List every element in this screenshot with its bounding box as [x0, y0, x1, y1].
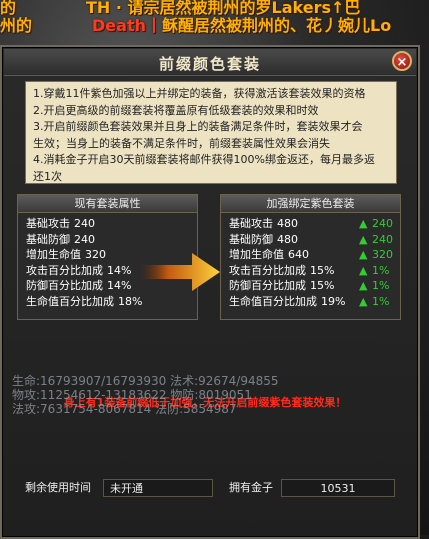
stat-label: 基础攻击 — [229, 217, 273, 230]
up-arrow-icon: ▲ — [359, 232, 368, 246]
chat-player-name[interactable]: Death丨 — [92, 16, 162, 35]
prefix-set-dialog: 前缀颜色套装 × 1.穿戴11件紫色加强以上并绑定的装备，获得激活该套装效果的资… — [0, 45, 420, 539]
stat-value: 15% — [310, 279, 335, 292]
stat-row: 生命值百分比加成 19% ▲ 1% — [229, 294, 400, 310]
status-bar: 剩余使用时间 未开通 拥有金子 10531 — [17, 479, 401, 497]
stat-value: 240 — [74, 232, 95, 246]
stat-label: 攻击百分比加成 — [26, 263, 103, 277]
stat-label: 生命值百分比加成 — [26, 294, 114, 308]
panel-header: 现有套装属性 — [18, 195, 197, 213]
enhanced-set-panel: 加强绑定紫色套装 基础攻击 480 ▲ 240 基础防御 480 ▲ 240 增加生命值 64… — [220, 194, 401, 320]
stat-value: 240 — [74, 217, 95, 230]
stat-value: 14% — [107, 263, 132, 277]
stat-label: 防御百分比加成 — [26, 279, 103, 292]
chat-text: 稣醒居然被荆州的、花丿婉儿Lo — [162, 16, 392, 35]
dialog-titlebar: 前缀颜色套装 × — [4, 49, 416, 76]
stat-value: 18% — [118, 294, 143, 308]
stat-label: 防御百分比加成 — [229, 279, 306, 292]
rule-line: 3.开启前缀颜色套装效果并且身上的装备满足条件时，套装效果才会 — [33, 120, 363, 133]
stat-value: 480 — [277, 217, 298, 230]
stat-label: 基础防御 — [229, 232, 273, 246]
rule-line: 还1次 — [33, 169, 62, 183]
stat-row: 增加生命值 640 ▲ 320 — [229, 247, 400, 263]
chat-line: 州的 Death丨稣醒居然被荆州的、花丿婉儿Lo — [0, 12, 391, 36]
stat-delta: 1% — [372, 294, 390, 308]
up-arrow-icon: ▲ — [359, 279, 368, 292]
gold-label: 拥有金子 — [229, 481, 273, 494]
background-stat-line: 物攻:11254612-13183622 物防:8019051 — [12, 388, 252, 402]
gold-value: 10531 — [281, 479, 395, 497]
rule-line: 1.穿戴11件紫色加强以上并绑定的装备，获得激活该套装效果的资格 — [33, 87, 366, 100]
stat-value: 320 — [85, 248, 106, 261]
remaining-time-value: 未开通 — [103, 479, 213, 497]
stat-row: 基础防御 480 ▲ 240 — [229, 232, 400, 248]
stat-value: 19% — [321, 294, 346, 308]
stat-value: 640 — [288, 248, 309, 261]
stat-value: 480 — [277, 232, 298, 246]
panel-header: 加强绑定紫色套装 — [221, 195, 400, 213]
stat-delta: 240 — [372, 217, 393, 230]
stat-label: 生命值百分比加成 — [229, 294, 317, 308]
stat-delta: 320 — [372, 248, 393, 261]
close-icon[interactable]: × — [392, 51, 412, 71]
dialog-title: 前缀颜色套装 — [158, 55, 261, 73]
rules-panel: 1.穿戴11件紫色加强以上并绑定的装备，获得激活该套装效果的资格 2.开启更高级… — [25, 81, 397, 184]
chat-overlay: 的 TH · 请宗居然被荆州的罗Lakers↑巴 州的 Death丨稣醒居然被荆州的… — [0, 0, 429, 45]
up-arrow-icon: ▲ — [359, 217, 368, 230]
background-stat-line: 法攻:7631754-8067814 法防:5854987 — [12, 402, 237, 416]
stat-row: 生命值百分比加成 18% — [26, 294, 197, 310]
stat-row: 攻击百分比加成 15% ▲ 1% — [229, 263, 400, 279]
stat-label: 增加生命值 — [26, 248, 81, 261]
stat-label: 基础防御 — [26, 232, 70, 246]
stat-row: 基础攻击 240 — [26, 216, 197, 232]
stat-delta: 1% — [372, 279, 390, 292]
remaining-time-label: 剩余使用时间 — [25, 481, 91, 494]
stat-value: 15% — [310, 263, 335, 277]
stat-row: 基础防御 240 — [26, 232, 197, 248]
up-arrow-icon: ▲ — [359, 263, 368, 277]
stat-row: 基础攻击 480 ▲ 240 — [229, 216, 400, 232]
chat-text: 州的 — [0, 16, 33, 35]
background-stat-line: 生命:16793907/16793930 法术:92674/94855 — [12, 374, 279, 388]
stat-delta: 1% — [372, 263, 390, 277]
up-arrow-icon: ▲ — [359, 294, 368, 308]
stat-delta: 240 — [372, 232, 393, 246]
stat-label: 增加生命值 — [229, 248, 284, 261]
stat-value: 14% — [107, 279, 132, 292]
up-arrow-icon: ▲ — [359, 248, 368, 261]
stat-label: 基础攻击 — [26, 217, 70, 230]
rule-line: 4.消耗金子开启30天前缀套装将邮件获得100%绑金返还，每月最多返 — [33, 153, 375, 166]
right-arrow-icon — [140, 253, 220, 291]
stat-row: 防御百分比加成 15% ▲ 1% — [229, 278, 400, 294]
rule-line: 2.开启更高级的前缀套装将覆盖原有低级套装的效果和时效 — [33, 103, 319, 117]
rule-line: 生效；当身上的装备不满足条件时，前缀套装属性效果会消失 — [33, 136, 330, 150]
background-stats: 生命:16793907/16793930 法术:92674/94855 物攻:1… — [12, 374, 392, 416]
stat-label: 攻击百分比加成 — [229, 263, 306, 277]
